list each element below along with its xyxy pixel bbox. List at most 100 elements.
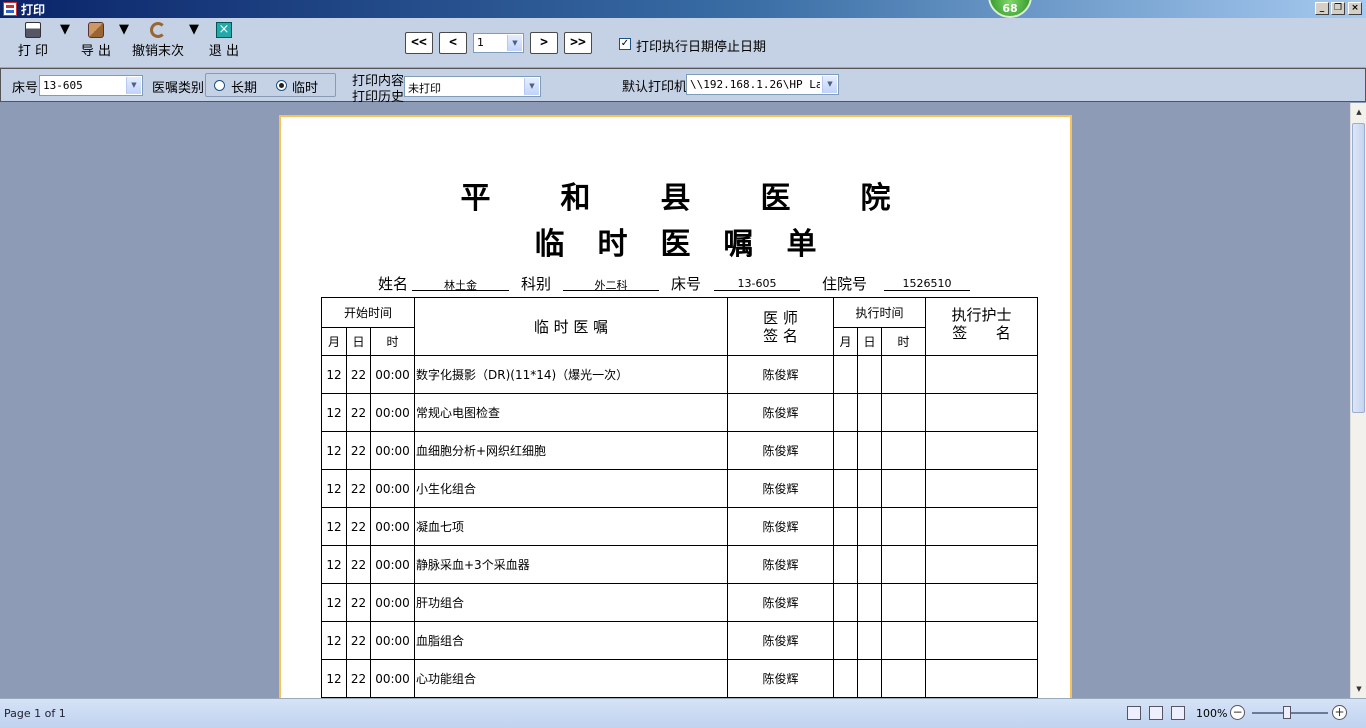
export-dropdown-arrow[interactable]: ▼ (119, 22, 129, 62)
doctor-signature: 陈俊辉 (727, 507, 834, 546)
radio-long-term-label: 长期 (231, 81, 258, 96)
one-page-view-icon[interactable] (1127, 706, 1141, 720)
zoom-in-icon[interactable]: + (1332, 705, 1347, 720)
exec-day (857, 583, 882, 622)
admission-label: 住院号 (822, 275, 868, 293)
bed-label: 床号 (12, 81, 39, 96)
bed-combo[interactable]: 13-605 ▼ (39, 75, 143, 96)
exit-icon (216, 22, 232, 38)
order-month: 12 (321, 469, 347, 508)
nurse-signature (925, 659, 1038, 698)
document-title: 临时医嘱单 (534, 227, 850, 262)
undo-last-button[interactable]: 撤销末次 (131, 22, 185, 62)
undo-icon (150, 22, 166, 38)
zoom-level: 100% (1196, 707, 1228, 720)
patient-name: 林土金 (412, 277, 509, 292)
last-page-button[interactable]: >> (564, 32, 592, 54)
app-icon (3, 2, 17, 16)
close-button[interactable]: × (1348, 2, 1362, 15)
print-dropdown-arrow[interactable]: ▼ (60, 22, 70, 62)
radio-temporary[interactable] (276, 80, 287, 91)
stop-date-checkbox[interactable]: ✓ (619, 38, 631, 50)
export-label: 导 出 (80, 44, 112, 59)
table-row: 12 22 00:00 常规心电图检查 陈俊辉 (321, 393, 1038, 432)
order-month: 12 (321, 355, 347, 394)
day-header: 日 (346, 327, 371, 356)
printer-icon (25, 22, 41, 38)
scroll-thumb[interactable] (1352, 123, 1365, 413)
order-day: 22 (346, 545, 371, 584)
page-number-combo[interactable]: 1 ▼ (473, 33, 524, 53)
exec-time (881, 431, 926, 470)
doctor-signature: 陈俊辉 (727, 393, 834, 432)
order-time: 00:00 (370, 431, 415, 470)
exec-time (881, 355, 926, 394)
print-preview-area[interactable]: 平和县医院 临时医嘱单 姓名 林土金 科别 外二科 床号 13-605 住院号 … (0, 103, 1350, 698)
doctor-signature: 陈俊辉 (727, 621, 834, 660)
zoom-slider-thumb[interactable] (1283, 706, 1291, 719)
restore-button[interactable]: ❐ (1331, 2, 1345, 15)
multi-page-view-icon[interactable] (1171, 706, 1185, 720)
minimize-button[interactable]: _ (1315, 2, 1329, 15)
scroll-up-icon[interactable]: ▲ (1352, 105, 1366, 119)
exec-time (881, 621, 926, 660)
page-info: Page 1 of 1 (4, 707, 66, 720)
nurse-signature (925, 583, 1038, 622)
exec-day (857, 431, 882, 470)
doctor-signature: 陈俊辉 (727, 469, 834, 508)
exec-day (857, 507, 882, 546)
two-page-view-icon[interactable] (1149, 706, 1163, 720)
next-page-button[interactable]: > (530, 32, 558, 54)
order-time: 00:00 (370, 659, 415, 698)
exec-time (881, 583, 926, 622)
doctor-header-line1: 医 师 (763, 308, 798, 327)
bed-value: 13-605 (43, 79, 83, 92)
order-content: 静脉采血+3个采血器 (414, 545, 728, 584)
order-month: 12 (321, 431, 347, 470)
zoom-out-icon[interactable]: − (1230, 705, 1245, 720)
dept-label: 科别 (521, 275, 552, 293)
exit-button[interactable]: 退 出 (205, 22, 243, 62)
prev-page-button[interactable]: < (439, 32, 467, 54)
scroll-down-icon[interactable]: ▼ (1352, 682, 1366, 696)
exec-time (881, 545, 926, 584)
exec-day (857, 469, 882, 508)
order-time: 00:00 (370, 355, 415, 394)
print-button[interactable]: 打 印 (14, 22, 52, 62)
printer-value: \\192.168.1.26\HP La (690, 78, 820, 91)
order-time: 00:00 (370, 583, 415, 622)
printer-combo[interactable]: \\192.168.1.26\HP La ▼ (686, 74, 839, 95)
exec-time (881, 393, 926, 432)
chevron-down-icon[interactable]: ▼ (822, 76, 837, 93)
notification-badge[interactable]: 68 (988, 0, 1032, 18)
chevron-down-icon[interactable]: ▼ (507, 35, 522, 51)
first-page-button[interactable]: << (405, 32, 433, 54)
table-row: 12 22 00:00 小生化组合 陈俊辉 (321, 469, 1038, 508)
exec-day (857, 545, 882, 584)
doctor-signature: 陈俊辉 (727, 545, 834, 584)
doctor-signature: 陈俊辉 (727, 355, 834, 394)
radio-long-term[interactable] (214, 80, 225, 91)
order-day: 22 (346, 583, 371, 622)
exec-month-header: 月 (833, 327, 858, 356)
exec-month (833, 621, 858, 660)
export-button[interactable]: 导 出 (77, 22, 115, 62)
printer-label: 默认打印机 (622, 80, 688, 95)
order-time: 00:00 (370, 393, 415, 432)
chevron-down-icon[interactable]: ▼ (524, 78, 539, 95)
chevron-down-icon[interactable]: ▼ (126, 77, 141, 94)
filter-bar: 床号 13-605 ▼ 医嘱类别 长期 临时 打印内容 打印历史 未打印 ▼ 默… (0, 68, 1366, 105)
exit-label: 退 出 (208, 44, 240, 59)
print-history-combo[interactable]: 未打印 ▼ (404, 76, 541, 97)
undo-dropdown-arrow[interactable]: ▼ (189, 22, 199, 62)
order-type-label: 医嘱类别 (152, 81, 205, 96)
order-content: 血细胞分析+网织红细胞 (414, 431, 728, 470)
order-month: 12 (321, 659, 347, 698)
time-header: 时 (370, 327, 415, 356)
order-month: 12 (321, 621, 347, 660)
vertical-scrollbar[interactable]: ▲ ▼ (1350, 103, 1366, 698)
table-row: 12 22 00:00 肝功组合 陈俊辉 (321, 583, 1038, 622)
exec-month (833, 431, 858, 470)
table-row: 12 22 00:00 数字化摄影（DR)(11*14)（爆光一次） 陈俊辉 (321, 355, 1038, 394)
exec-day (857, 659, 882, 698)
